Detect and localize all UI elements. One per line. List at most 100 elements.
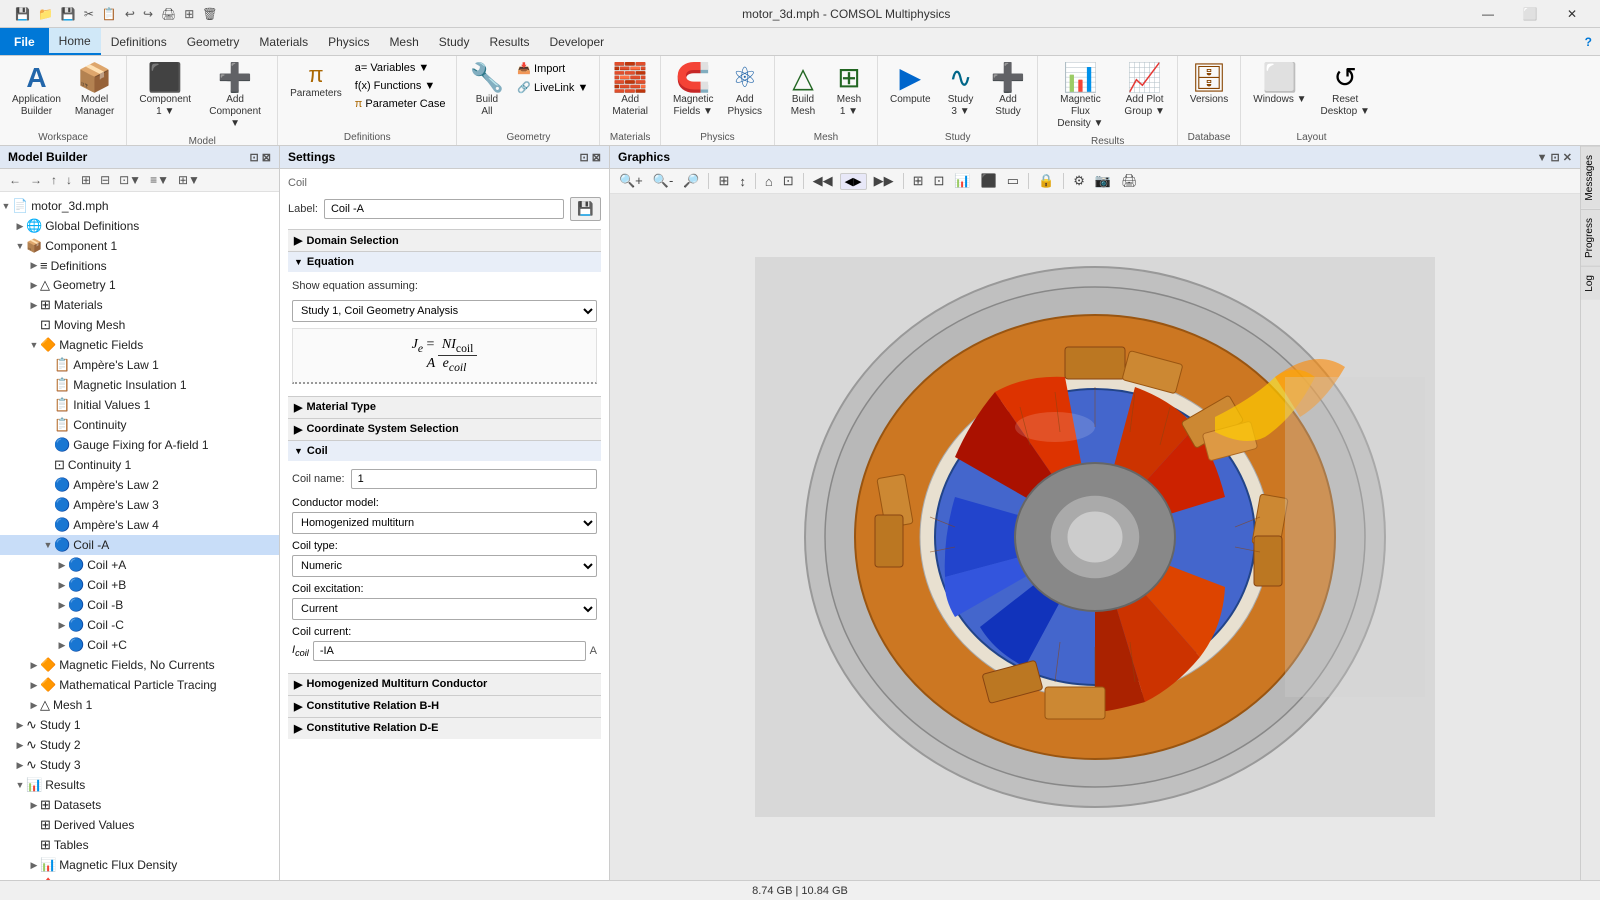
tree-expander[interactable]: ▶ <box>14 760 26 771</box>
tree-item-materials[interactable]: ▶⊞Materials <box>0 295 279 315</box>
quick-access-icon6[interactable]: ↩ <box>122 6 138 22</box>
tree-item-coil-a-neg[interactable]: ▼🔵Coil -A <box>0 535 279 555</box>
build-all-button[interactable]: 🔧 BuildAll <box>463 60 510 122</box>
tree-expander[interactable]: ▼ <box>14 780 26 790</box>
tree-expander[interactable]: ▶ <box>56 560 68 571</box>
material-type-header[interactable]: ▶ Material Type <box>288 396 601 418</box>
tree-item-geometry1[interactable]: ▶△Geometry 1 <box>0 275 279 295</box>
tree-expander[interactable]: ▶ <box>28 700 40 711</box>
quick-access-icon2[interactable]: 📁 <box>35 6 56 22</box>
menu-results[interactable]: Results <box>479 28 539 55</box>
zoom-fit-button[interactable]: 🔎 <box>680 172 702 190</box>
add-physics-button[interactable]: ⚛ AddPhysics <box>722 60 768 122</box>
quick-access-icon4[interactable]: ✂ <box>81 6 97 22</box>
tree-item-gauge-fixing[interactable]: 🔵Gauge Fixing for A-field 1 <box>0 435 279 455</box>
menu-materials[interactable]: Materials <box>249 28 318 55</box>
lock-view[interactable]: 🔒 <box>1035 172 1057 190</box>
view-axes[interactable]: ⊡ <box>780 172 797 190</box>
tree-item-coil-c-neg[interactable]: ▶🔵Coil -C <box>0 615 279 635</box>
build-mesh-button[interactable]: △ BuildMesh <box>781 60 825 122</box>
quick-access-icon9[interactable]: ⊞ <box>181 6 197 22</box>
tree-item-moving-mesh[interactable]: ⊡Moving Mesh <box>0 315 279 335</box>
settings-btn[interactable]: ⚙ <box>1070 172 1088 190</box>
quick-access-icon5[interactable]: 📋 <box>99 6 120 22</box>
collapse-all[interactable]: ⊟ <box>97 172 113 188</box>
tree-expander[interactable]: ▶ <box>28 660 40 671</box>
tree-expander[interactable]: ▶ <box>14 740 26 751</box>
tree-expander[interactable]: ▶ <box>28 680 40 691</box>
tree-item-derived-values[interactable]: ⊞Derived Values <box>0 815 279 835</box>
tree-expander[interactable]: ▼ <box>0 201 12 211</box>
study-button[interactable]: ∿ Study3 ▼ <box>939 60 983 122</box>
tree-item-math-particle[interactable]: ▶🔶Mathematical Particle Tracing <box>0 675 279 695</box>
tree-item-amperes-law3[interactable]: 🔵Ampère's Law 3 <box>0 495 279 515</box>
domain-selection-header[interactable]: ▶ Domain Selection <box>288 229 601 251</box>
tree-expander[interactable]: ▶ <box>28 300 40 311</box>
menu-developer[interactable]: Developer <box>539 28 614 55</box>
tree-item-export[interactable]: 📤Export <box>0 875 279 880</box>
param-case-button[interactable]: π Parameter Case <box>350 96 451 112</box>
tree-expander[interactable]: ▶ <box>28 280 40 291</box>
tree-item-component1[interactable]: ▼📦Component 1 <box>0 236 279 256</box>
tree-item-study2[interactable]: ▶∿Study 2 <box>0 735 279 755</box>
functions-button[interactable]: f(x) Functions ▼ <box>350 78 451 94</box>
menu-home[interactable]: Home <box>49 28 101 55</box>
tree-expander[interactable]: ▶ <box>56 580 68 591</box>
tree-expander[interactable]: ▼ <box>28 340 40 350</box>
equation-dropdown[interactable]: Study 1, Coil Geometry Analysis <box>292 300 597 322</box>
tree-item-study3[interactable]: ▶∿Study 3 <box>0 755 279 775</box>
coil-current-input[interactable] <box>313 641 586 661</box>
tree-expander[interactable]: ▶ <box>56 620 68 631</box>
tree-item-coil-b-pos[interactable]: ▶🔵Coil +B <box>0 575 279 595</box>
menu-geometry[interactable]: Geometry <box>177 28 250 55</box>
tree-expander[interactable]: ▶ <box>28 860 40 871</box>
tree-item-coil-a-pos[interactable]: ▶🔵Coil +A <box>0 555 279 575</box>
tree-item-amperes-law1[interactable]: 📋Ampère's Law 1 <box>0 355 279 375</box>
coord-system-header[interactable]: ▶ Coordinate System Selection <box>288 418 601 440</box>
constitutive-de-header[interactable]: ▶ Constitutive Relation D-E <box>288 717 601 739</box>
tree-expander[interactable]: ▼ <box>14 241 26 251</box>
conductor-model-dropdown[interactable]: Homogenized multiturn <box>292 512 597 534</box>
nav-down[interactable]: ↓ <box>63 172 75 188</box>
tree-item-continuity[interactable]: 📋Continuity <box>0 415 279 435</box>
add-plot-button[interactable]: 📈 Add PlotGroup ▼ <box>1118 60 1170 122</box>
tree-item-continuity1[interactable]: ⊡Continuity 1 <box>0 455 279 475</box>
select-button[interactable]: ⊞ <box>715 172 732 190</box>
tree-expander[interactable]: ▼ <box>42 540 54 550</box>
view-ortho[interactable]: ▭ <box>1004 172 1022 190</box>
save-label-button[interactable]: 💾 <box>570 197 601 221</box>
nav-up[interactable]: ↑ <box>48 172 60 188</box>
import-button[interactable]: 📥 Import <box>512 60 593 77</box>
next-frame[interactable]: ▶▶ <box>871 172 897 190</box>
coil-excitation-dropdown[interactable]: Current <box>292 598 597 620</box>
log-tab[interactable]: Log <box>1581 266 1600 300</box>
tree-item-definitions[interactable]: ▶≡Definitions <box>0 256 279 275</box>
tree-expander[interactable]: ▶ <box>56 600 68 611</box>
variables-button[interactable]: a= Variables ▼ <box>350 60 451 76</box>
tree-expander[interactable]: ▶ <box>28 800 40 811</box>
minimize-button[interactable]: — <box>1468 0 1508 28</box>
view-chart[interactable]: 📊 <box>951 172 973 190</box>
tree-item-datasets[interactable]: ▶⊞Datasets <box>0 795 279 815</box>
tree-item-tables[interactable]: ⊞Tables <box>0 835 279 855</box>
print-btn[interactable]: 🖨 <box>1118 172 1141 190</box>
view-grid[interactable]: ⊞ <box>910 172 927 190</box>
expand-all[interactable]: ⊞ <box>78 172 94 188</box>
nav-back[interactable]: ← <box>6 172 24 188</box>
tree-more-opt[interactable]: ⊞▼ <box>175 172 203 188</box>
tree-view-opt[interactable]: ⊡▼ <box>116 172 144 188</box>
model-manager-button[interactable]: 📦 ModelManager <box>69 60 120 122</box>
tree-item-study1[interactable]: ▶∿Study 1 <box>0 715 279 735</box>
help-button[interactable]: ? <box>1585 35 1600 49</box>
reset-desktop-button[interactable]: ↺ ResetDesktop ▼ <box>1315 60 1376 122</box>
zoom-out-button[interactable]: 🔍- <box>650 172 677 190</box>
snapshot-btn[interactable]: 📷 <box>1092 172 1114 190</box>
menu-physics[interactable]: Physics <box>318 28 379 55</box>
compute-button[interactable]: ▶ Compute <box>884 60 937 110</box>
maximize-button[interactable]: ⬜ <box>1510 0 1550 28</box>
versions-button[interactable]: 🗄 Versions <box>1184 60 1234 110</box>
tree-item-initial-values1[interactable]: 📋Initial Values 1 <box>0 395 279 415</box>
component-button[interactable]: ⬛ Component1 ▼ <box>133 60 197 122</box>
messages-tab[interactable]: Messages <box>1581 146 1600 209</box>
quick-access-icon3[interactable]: 💾 <box>58 6 79 22</box>
